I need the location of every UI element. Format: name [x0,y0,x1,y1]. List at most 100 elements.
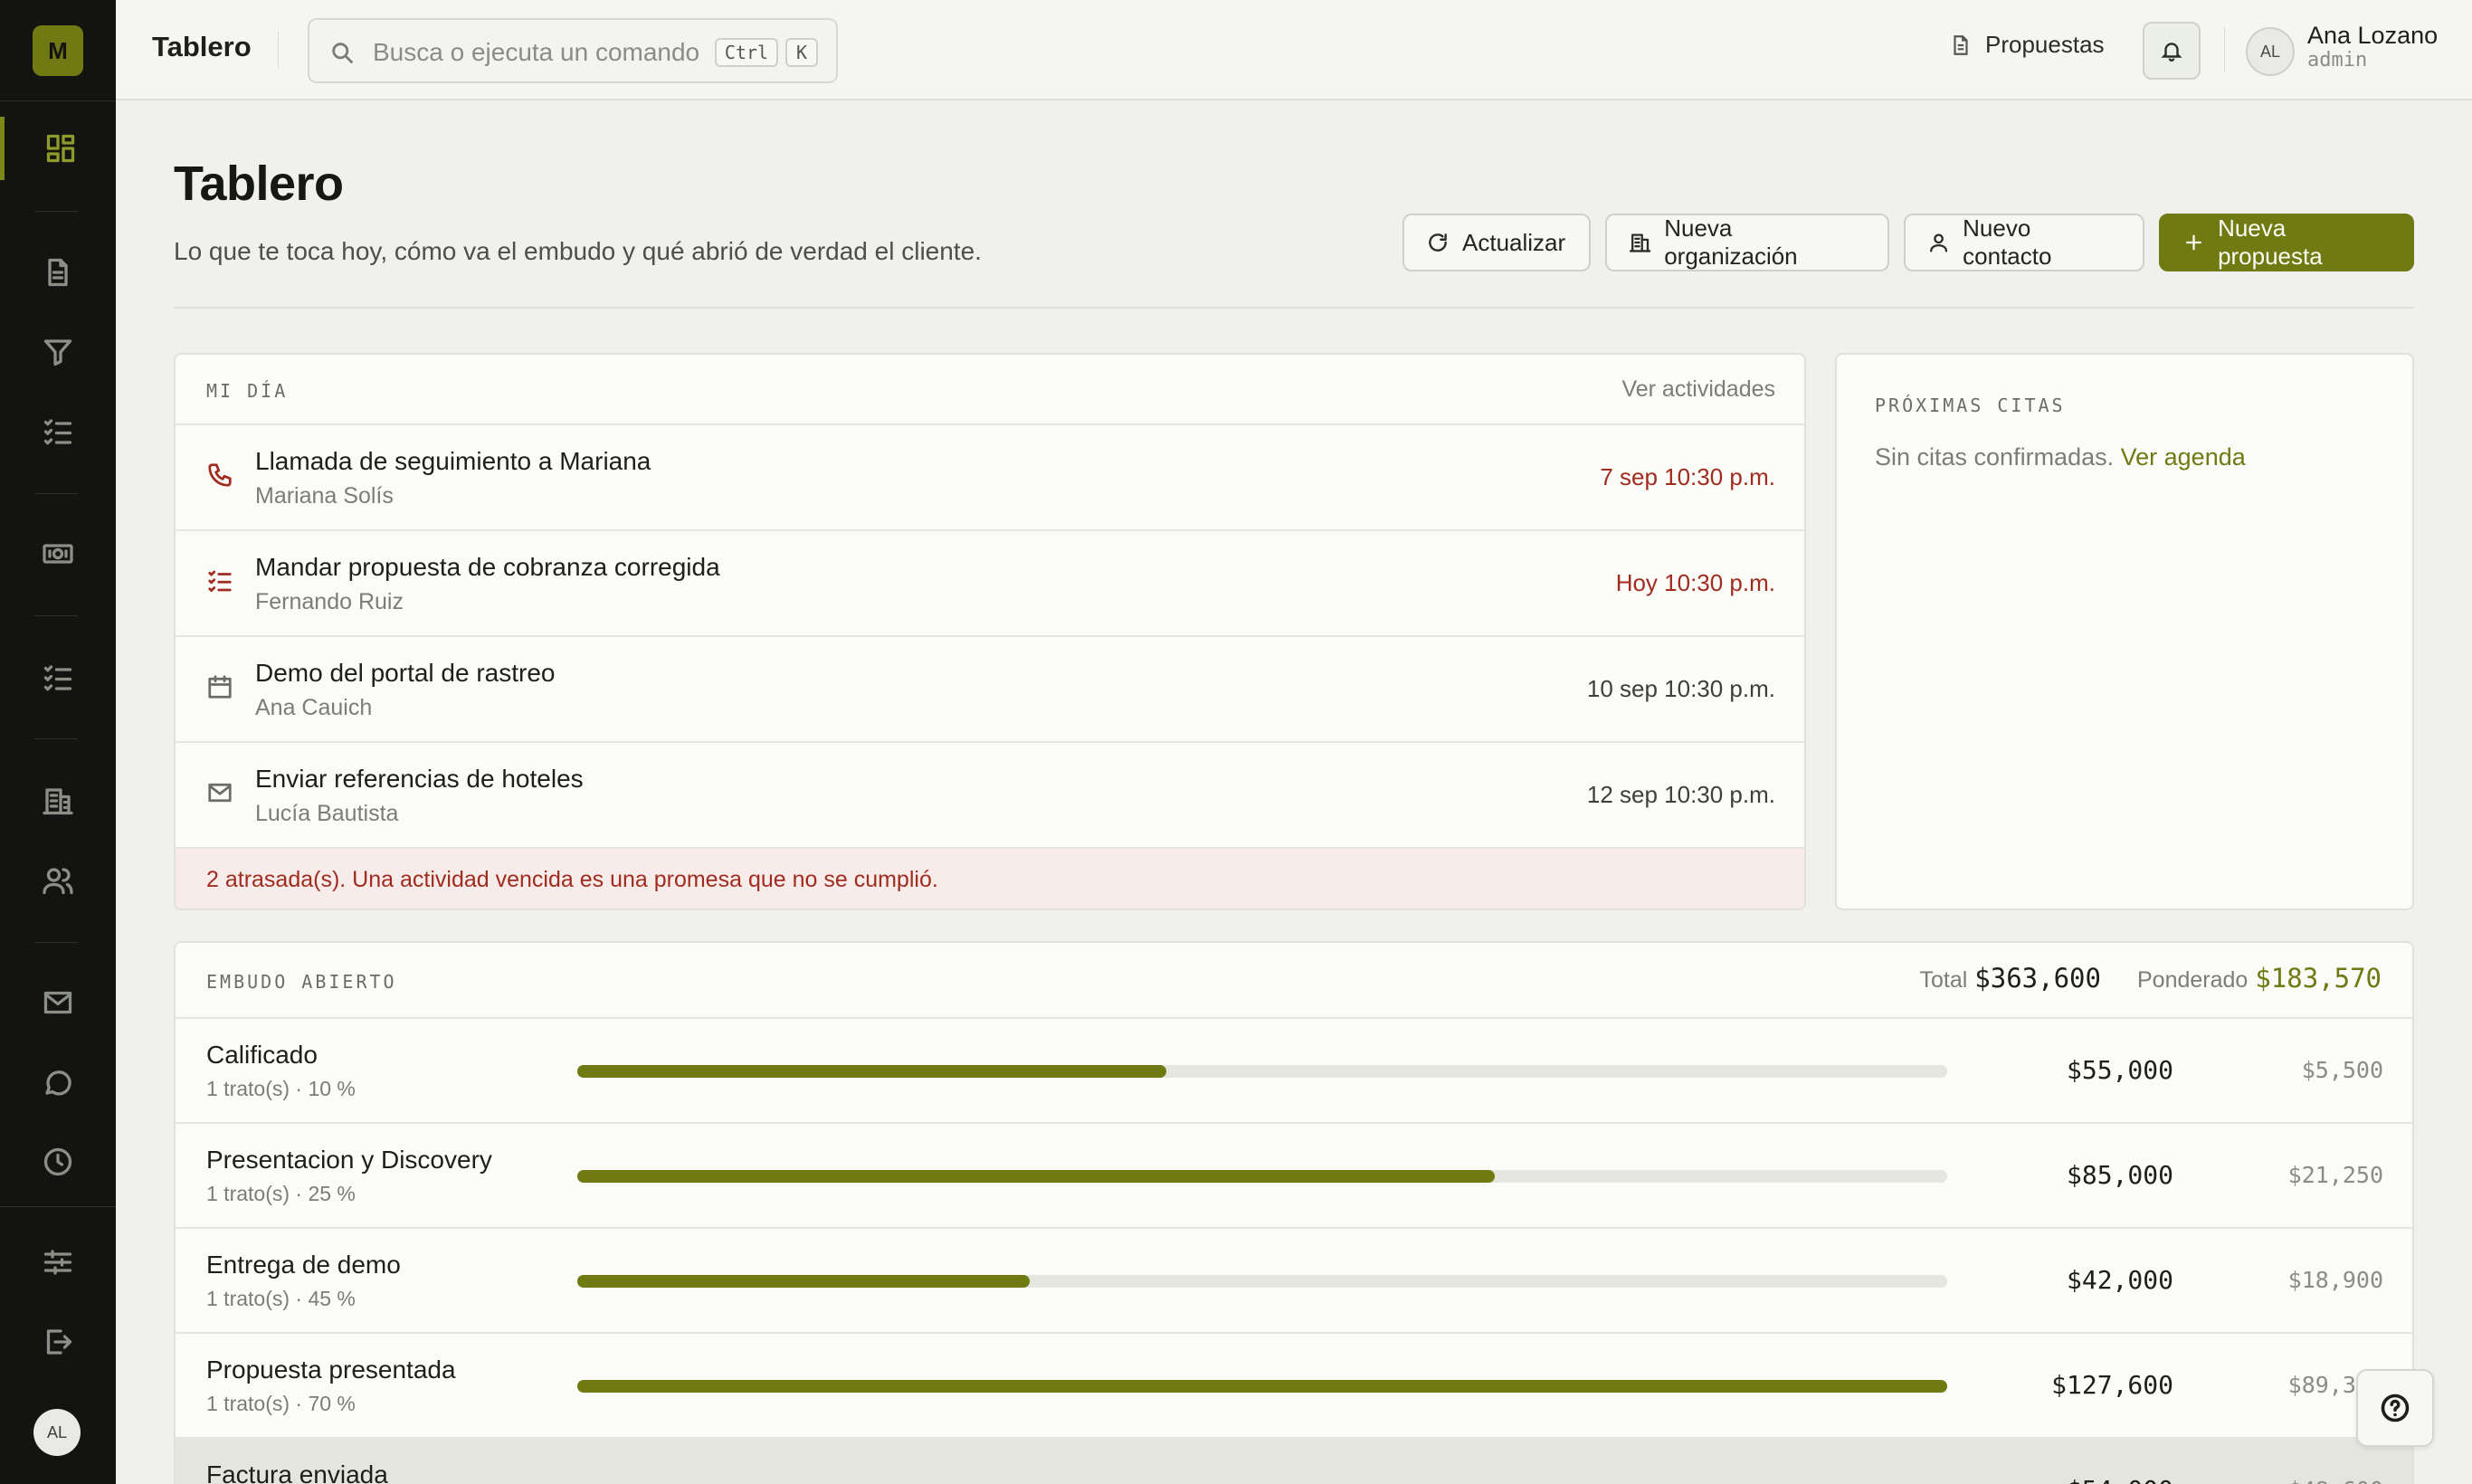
stage-name: Propuesta presentada [206,1356,456,1384]
new-contact-button[interactable]: Nuevo contacto [1904,214,2144,271]
view-agenda-link[interactable]: Ver agenda [2121,443,2246,471]
stage-weighted: $18,900 [2287,1267,2383,1293]
refresh-button-label: Actualizar [1462,228,1566,256]
user-role: admin [2307,49,2368,71]
sidebar-item-contacts[interactable] [0,849,116,912]
mail-icon [208,783,232,803]
funnel-stage-row[interactable]: Factura enviada $54,000 $48,600 [176,1439,2412,1484]
funnel-stage-row[interactable]: Presentacion y Discovery 1 trato(s) · 25… [176,1124,2412,1229]
activity-title: Llamada de seguimiento a Mariana [255,447,651,475]
sidebar-item-billing[interactable] [0,522,116,585]
help-icon [2381,1394,2410,1422]
sidebar-item-mail[interactable] [0,971,116,1034]
user-avatar[interactable]: AL [2246,27,2295,76]
refresh-button[interactable]: Actualizar [1402,214,1591,271]
calendar-icon [208,675,232,699]
activity-row[interactable]: Mandar propuesta de cobranza corregida F… [176,531,1804,637]
activity-title: Enviar referencias de hoteles [255,765,584,793]
stage-progress-bar [577,1380,1947,1393]
building-icon [43,788,73,815]
checklist-icon [208,570,232,592]
funnel-stage-row[interactable]: Entrega de demo 1 trato(s) · 45 % $42,00… [176,1229,2412,1334]
user-name[interactable]: Ana Lozano [2307,22,2438,50]
activity-row[interactable]: Enviar referencias de hoteles Lucía Baut… [176,743,1804,849]
overdue-alert-text: 2 atrasada(s). Una actividad vencida es … [206,867,938,892]
proposals-link-label: Propuestas [1985,31,2105,58]
stage-meta: 1 trato(s) · 25 % [206,1182,356,1205]
appointments-label: PRÓXIMAS CITAS [1875,395,2066,416]
sidebar-item-settings[interactable] [0,1231,116,1294]
new-proposal-button[interactable]: Nueva propuesta [2159,214,2414,271]
header-title: Tablero [152,31,252,62]
funnel-stage-row[interactable]: Calificado 1 trato(s) · 10 % $55,000 $5,… [176,1019,2412,1124]
user-icon [1930,233,1948,252]
stage-name: Factura enviada [206,1460,388,1484]
activity-person: Fernando Ruiz [255,589,404,614]
sidebar-avatar[interactable]: AL [33,1409,81,1456]
document-icon [48,258,68,287]
command-search[interactable]: Busca o ejecuta un comando Ctrl K [308,18,838,83]
activity-person: Mariana Solís [255,483,394,509]
sidebar-item-tasks[interactable] [0,646,116,709]
appointments-empty-text: Sin citas confirmadas. [1875,443,2115,471]
new-organization-label: Nueva organización [1664,214,1798,270]
notifications-button[interactable] [2143,22,2201,80]
app-logo[interactable]: M [33,25,83,76]
mail-icon [43,991,72,1014]
weighted-label: Ponderado [2136,967,2249,993]
sidebar-item-logout[interactable] [0,1310,116,1374]
search-icon [332,43,353,63]
sidebar-item-organizations[interactable] [0,769,116,832]
stage-value: $127,600 [2051,1370,2173,1400]
activity-date: Hoy 10:30 p.m. [1615,569,1775,596]
sidebar-item-funnel[interactable] [0,320,116,384]
proposals-link[interactable]: Propuestas [1949,31,2105,59]
chat-icon [45,1070,71,1096]
total-label: Total [1919,967,1968,993]
page-subtitle: Lo que te toca hoy, cómo va el embudo y … [174,237,982,265]
stage-value: $42,000 [2066,1265,2173,1295]
bell-icon [2161,43,2182,62]
stage-progress-bar [577,1275,1947,1288]
stage-name: Entrega de demo [206,1251,401,1279]
view-activities-link[interactable]: Ver actividades [1621,376,1775,403]
help-button[interactable] [2356,1369,2434,1447]
sidebar-item-proposals[interactable] [0,241,116,304]
stage-name: Presentacion y Discovery [206,1146,492,1174]
clock-icon [43,1147,72,1176]
phone-icon [208,463,232,487]
kbd-ctrl: Ctrl [715,38,778,67]
refresh-icon [1429,233,1447,252]
activity-row[interactable]: Llamada de seguimiento a Mariana Mariana… [176,425,1804,531]
stage-meta: 1 trato(s) · 45 % [206,1287,356,1310]
building-icon [1629,233,1651,252]
document-icon [1954,34,1968,55]
stage-progress-bar [577,1170,1947,1183]
activity-date: 10 sep 10:30 p.m. [1586,675,1775,702]
money-icon [43,544,73,564]
sidebar-item-checklist[interactable] [0,400,116,463]
stage-meta: 1 trato(s) · 10 % [206,1077,356,1100]
funnel-label: EMBUDO ABIERTO [206,971,397,993]
upcoming-appointments-card: PRÓXIMAS CITAS Sin citas confirmadas. Ve… [1835,353,2414,910]
activity-title: Demo del portal de rastreo [255,659,556,687]
sidebar-item-dashboard[interactable] [0,117,116,180]
stage-progress-fill [577,1065,1167,1078]
tasks-icon [43,665,72,691]
stage-value: $54,000 [2067,1475,2173,1484]
stage-progress-fill [577,1380,1947,1393]
appointments-empty: Sin citas confirmadas. Ver agenda [1875,443,2246,471]
stage-name: Calificado [206,1041,318,1069]
stage-progress-fill [577,1170,1496,1183]
new-proposal-label: Nueva propuesta [2218,214,2323,270]
stage-value: $85,000 [2066,1160,2173,1190]
activity-person: Ana Cauich [255,695,373,720]
funnel-stage-row[interactable]: Propuesta presentada 1 trato(s) · 70 % $… [176,1334,2412,1439]
sidebar-item-history[interactable] [0,1130,116,1194]
settings-icon [43,1250,72,1275]
sidebar-item-chat[interactable] [0,1051,116,1114]
overdue-alert: 2 atrasada(s). Una actividad vencida es … [176,849,1804,908]
activity-row[interactable]: Demo del portal de rastreo Ana Cauich 10… [176,637,1804,743]
kbd-k: K [785,38,818,67]
new-organization-button[interactable]: Nueva organización [1605,214,1889,271]
